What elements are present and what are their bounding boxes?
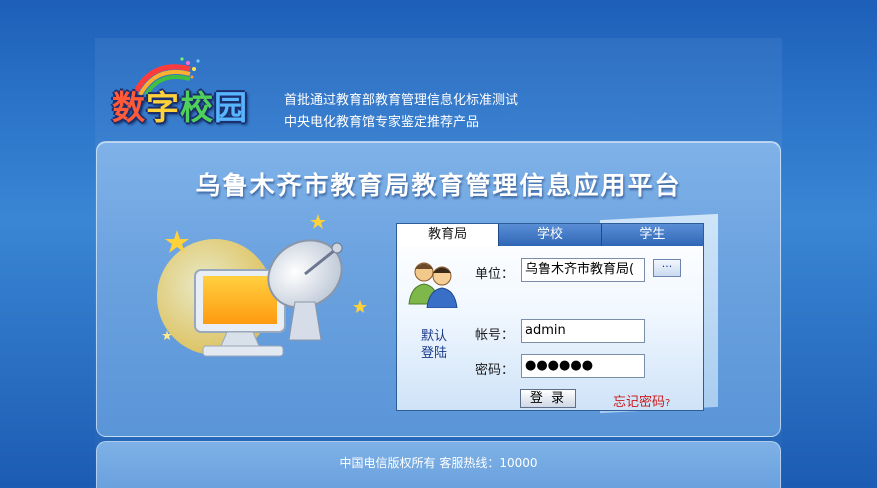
footer-bar: 中国电信版权所有 客服热线：10000 [96,441,781,488]
password-label: 密码： [475,363,515,378]
users-icon [408,262,458,308]
dish-base [288,301,322,341]
default-login-link[interactable]: 默认登陆 [421,328,451,362]
computer-satellite-illustration [157,214,367,357]
account-label: 帐号： [475,328,515,343]
tagline-line-2: 中央电化教育馆专家鉴定推荐产品 [284,115,480,130]
password-input[interactable]: ●●●●●● [521,354,645,378]
copyright-text: 中国电信版权所有 客服热线：10000 [339,456,538,470]
unit-label: 单位： [475,267,515,282]
account-input[interactable]: admin [521,319,645,343]
login-card: 教育局 学校 学生 默认登陆 单位： 乌鲁木齐市教育局( ··· 帐号： adm… [396,223,704,411]
logo-wordmark: 数字校园 [112,88,248,127]
tab-student[interactable]: 学生 [601,224,703,246]
forgot-password-link[interactable]: 忘记密码? [613,391,670,410]
unit-field[interactable]: 乌鲁木齐市教育局( [521,258,645,282]
star-icon [310,214,326,229]
tagline-line-1: 首批通过教育部教育管理信息化标准测试 [284,93,519,108]
login-form: 默认登陆 单位： 乌鲁木齐市教育局( ··· 帐号： admin 密码： ●●●… [397,246,703,410]
keyboard [202,345,284,357]
forgot-password-text: 忘记密码 [613,395,666,410]
forgot-password-mark: ? [665,398,671,409]
digital-campus-logo: 数字校园 [112,55,277,133]
tab-education-bureau[interactable]: 教育局 [397,224,500,246]
star-icon [353,300,367,313]
unit-browse-button[interactable]: ··· [653,259,681,277]
monitor-stand [220,331,260,347]
platform-title: 乌鲁木齐市教育局教育管理信息应用平台 [195,171,682,200]
login-tabs: 教育局 学校 学生 [397,224,703,246]
monitor-screen [203,276,277,324]
login-button[interactable]: 登 录 [520,389,576,408]
tagline: 首批通过教育部教育管理信息化标准测试 中央电化教育馆专家鉴定推荐产品 [284,90,518,134]
tab-school[interactable]: 学校 [499,224,602,246]
